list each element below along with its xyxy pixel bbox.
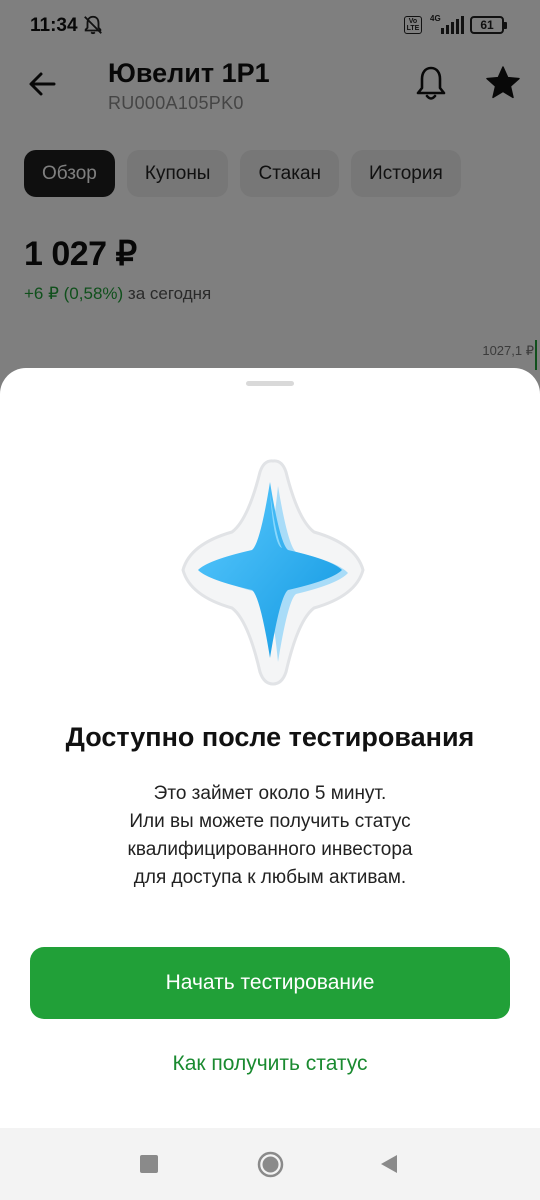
- sheet-description-line: Это займет около 5 минут.: [153, 783, 387, 804]
- sheet-title: Доступно после тестирования: [65, 722, 475, 752]
- sheet-grabber[interactable]: [246, 381, 294, 386]
- home-icon[interactable]: [257, 1151, 284, 1178]
- sheet-description: Это займет около 5 минут. Или вы можете …: [40, 780, 500, 892]
- sheet-description-line: квалифицированного инвестора: [127, 839, 413, 860]
- bottom-sheet: Доступно после тестирования Это займет о…: [0, 368, 540, 1128]
- how-to-get-status-link[interactable]: Как получить статус: [0, 1052, 540, 1076]
- recent-apps-icon[interactable]: [140, 1155, 158, 1173]
- system-nav-bar: [0, 1128, 540, 1200]
- nav-back-icon[interactable]: [378, 1153, 400, 1175]
- sheet-description-line: для доступа к любым активам.: [133, 867, 407, 888]
- start-testing-button[interactable]: Начать тестирование: [30, 947, 510, 1019]
- sheet-description-line: Или вы можете получить статус: [129, 811, 411, 832]
- sparkle-star-icon: [181, 459, 365, 686]
